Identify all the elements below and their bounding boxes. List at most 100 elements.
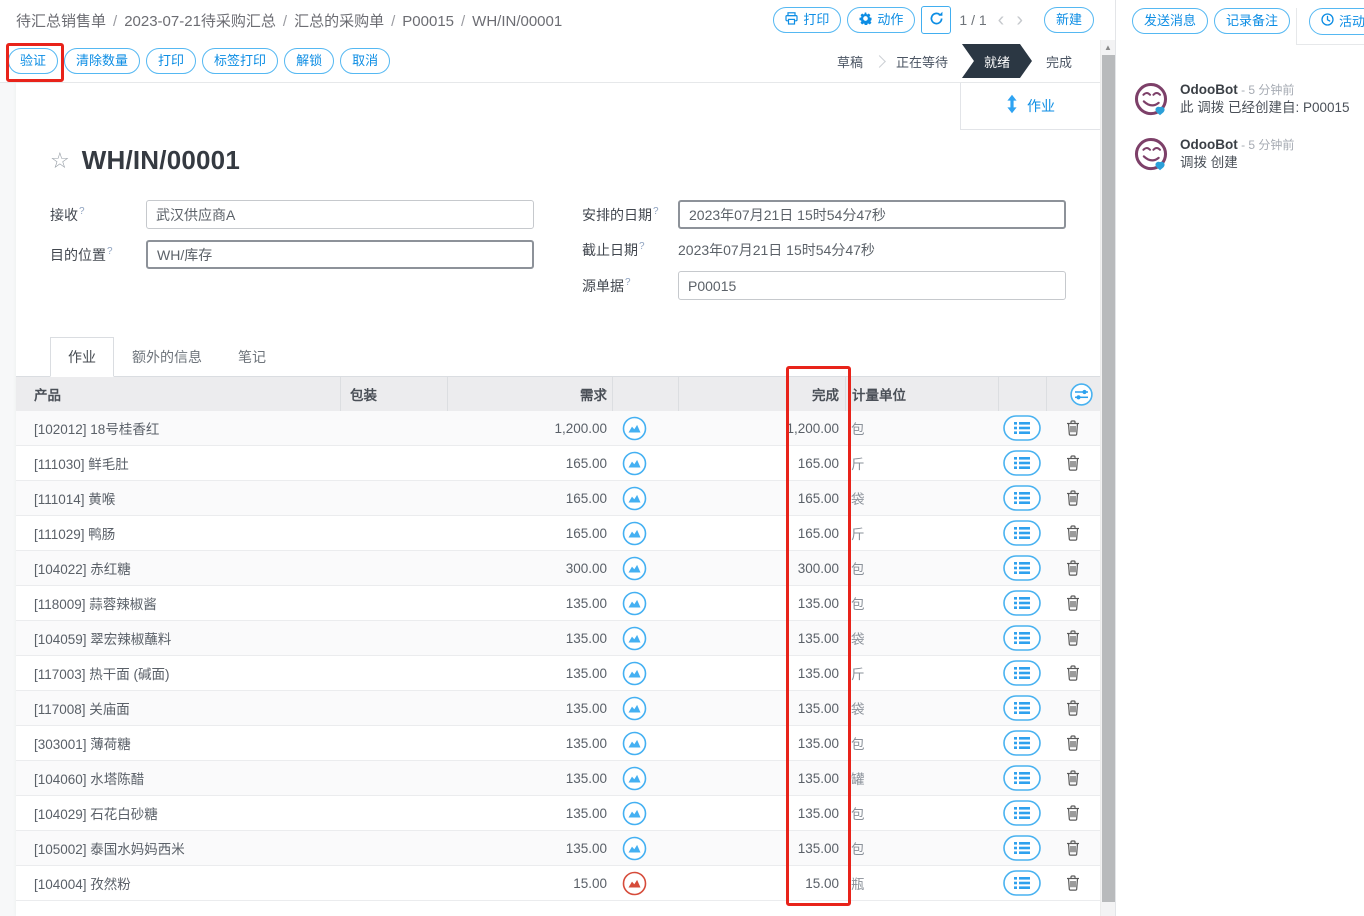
detailed-operations-icon[interactable] [1003, 485, 1041, 511]
forecast-chart-icon[interactable] [622, 451, 647, 476]
forecast-chart-icon[interactable] [622, 486, 647, 511]
done-cell[interactable]: 135.00 [678, 701, 845, 716]
optional-columns-icon[interactable] [1070, 383, 1093, 406]
tab-3[interactable]: 笔记 [220, 337, 284, 377]
activity-button[interactable]: 活动 [1309, 8, 1364, 35]
pager-prev-icon[interactable]: ‹ [995, 10, 1008, 30]
unlock-button[interactable]: 解锁 [284, 48, 334, 74]
breadcrumb-item[interactable]: 汇总的采购单 [294, 13, 384, 30]
product-cell[interactable]: [303001] 薄荷糖 [16, 733, 340, 753]
trash-icon[interactable] [1066, 595, 1080, 611]
done-cell[interactable]: 135.00 [678, 806, 845, 821]
detailed-operations-icon[interactable] [1003, 835, 1041, 861]
trash-icon[interactable] [1066, 665, 1080, 681]
validate-button[interactable]: 验证 [8, 48, 58, 74]
product-cell[interactable]: [118009] 蒜蓉辣椒酱 [16, 593, 340, 613]
favorite-star-icon[interactable]: ☆ [50, 150, 70, 172]
product-cell[interactable]: [104060] 水塔陈醋 [16, 768, 340, 788]
product-cell[interactable]: [104029] 石花白砂糖 [16, 803, 340, 823]
product-cell[interactable]: [111029] 鸭肠 [16, 523, 340, 543]
detailed-operations-icon[interactable] [1003, 695, 1041, 721]
product-cell[interactable]: [111030] 鲜毛肚 [16, 453, 340, 473]
trash-icon[interactable] [1066, 420, 1080, 436]
trash-icon[interactable] [1066, 630, 1080, 646]
trash-icon[interactable] [1066, 875, 1080, 891]
tab-2[interactable]: 额外的信息 [114, 337, 220, 377]
trash-icon[interactable] [1066, 840, 1080, 856]
detailed-operations-icon[interactable] [1003, 660, 1041, 686]
detailed-operations-icon[interactable] [1003, 800, 1041, 826]
demand-cell[interactable]: 135.00 [447, 631, 612, 646]
label-print-button[interactable]: 标签打印 [202, 48, 278, 74]
product-cell[interactable]: [102012] 18号桂香红 [16, 418, 340, 438]
detailed-operations-icon[interactable] [1003, 415, 1041, 441]
product-cell[interactable]: [111014] 黄喉 [16, 488, 340, 508]
forecast-chart-icon[interactable] [622, 591, 647, 616]
product-cell[interactable]: [104059] 翠宏辣椒蘸料 [16, 628, 340, 648]
detailed-operations-icon[interactable] [1003, 520, 1041, 546]
detailed-operations-icon[interactable] [1003, 590, 1041, 616]
forecast-chart-icon[interactable] [622, 696, 647, 721]
log-note-button[interactable]: 记录备注 [1214, 8, 1290, 34]
product-cell[interactable]: [104004] 孜然粉 [16, 873, 340, 893]
done-cell[interactable]: 15.00 [678, 876, 845, 891]
detailed-operations-icon[interactable] [1003, 555, 1041, 581]
detailed-operations-icon[interactable] [1003, 730, 1041, 756]
done-cell[interactable]: 165.00 [678, 456, 845, 471]
done-cell[interactable]: 135.00 [678, 666, 845, 681]
demand-cell[interactable]: 165.00 [447, 456, 612, 471]
detailed-operations-icon[interactable] [1003, 765, 1041, 791]
done-cell[interactable]: 135.00 [678, 631, 845, 646]
demand-cell[interactable]: 135.00 [447, 666, 612, 681]
forecast-chart-icon[interactable] [622, 766, 647, 791]
status-step-1[interactable]: 草稿 [823, 46, 877, 76]
trash-icon[interactable] [1066, 455, 1080, 471]
demand-cell[interactable]: 1,200.00 [447, 421, 612, 436]
done-cell[interactable]: 135.00 [678, 841, 845, 856]
product-cell[interactable]: [104022] 赤红糖 [16, 558, 340, 578]
demand-cell[interactable]: 135.00 [447, 596, 612, 611]
operations-stat-button[interactable]: 作业 [960, 83, 1100, 130]
trash-icon[interactable] [1066, 560, 1080, 576]
trash-icon[interactable] [1066, 770, 1080, 786]
forecast-chart-icon[interactable] [622, 661, 647, 686]
done-cell[interactable]: 135.00 [678, 736, 845, 751]
scroll-up-icon[interactable]: ▲ [1101, 43, 1115, 52]
status-step-2[interactable]: 正在等待 [882, 46, 962, 76]
forecast-chart-icon[interactable] [622, 871, 647, 896]
demand-cell[interactable]: 165.00 [447, 491, 612, 506]
detailed-operations-icon[interactable] [1003, 625, 1041, 651]
clear-qty-button[interactable]: 清除数量 [64, 48, 140, 74]
send-message-button[interactable]: 发送消息 [1132, 8, 1208, 34]
demand-cell[interactable]: 135.00 [447, 771, 612, 786]
demand-cell[interactable]: 135.00 [447, 841, 612, 856]
breadcrumb-item[interactable]: P00015 [402, 13, 454, 30]
forecast-chart-icon[interactable] [622, 626, 647, 651]
field-input-2[interactable] [146, 240, 534, 269]
detailed-operations-icon[interactable] [1003, 870, 1041, 896]
add-line-link[interactable]: 添加明细行 [16, 901, 1100, 916]
status-step-3[interactable]: 就绪 [962, 44, 1032, 78]
forecast-chart-icon[interactable] [622, 836, 647, 861]
done-cell[interactable]: 300.00 [678, 561, 845, 576]
done-cell[interactable]: 135.00 [678, 596, 845, 611]
forecast-chart-icon[interactable] [622, 521, 647, 546]
cancel-button[interactable]: 取消 [340, 48, 390, 74]
breadcrumb-item[interactable]: 待汇总销售单 [16, 13, 106, 30]
demand-cell[interactable]: 15.00 [447, 876, 612, 891]
status-step-4[interactable]: 完成 [1032, 46, 1086, 76]
trash-icon[interactable] [1066, 735, 1080, 751]
detailed-operations-icon[interactable] [1003, 450, 1041, 476]
trash-icon[interactable] [1066, 525, 1080, 541]
print-button[interactable]: 打印 [773, 7, 841, 34]
field-input-5[interactable] [678, 271, 1066, 300]
forecast-chart-icon[interactable] [622, 731, 647, 756]
pager-next-icon[interactable]: › [1013, 10, 1026, 30]
tab-1[interactable]: 作业 [50, 337, 114, 377]
scrollbar-thumb[interactable] [1102, 55, 1115, 902]
demand-cell[interactable]: 135.00 [447, 701, 612, 716]
demand-cell[interactable]: 135.00 [447, 736, 612, 751]
done-cell[interactable]: 135.00 [678, 771, 845, 786]
action-menu-button[interactable]: 动作 [847, 7, 915, 34]
demand-cell[interactable]: 300.00 [447, 561, 612, 576]
